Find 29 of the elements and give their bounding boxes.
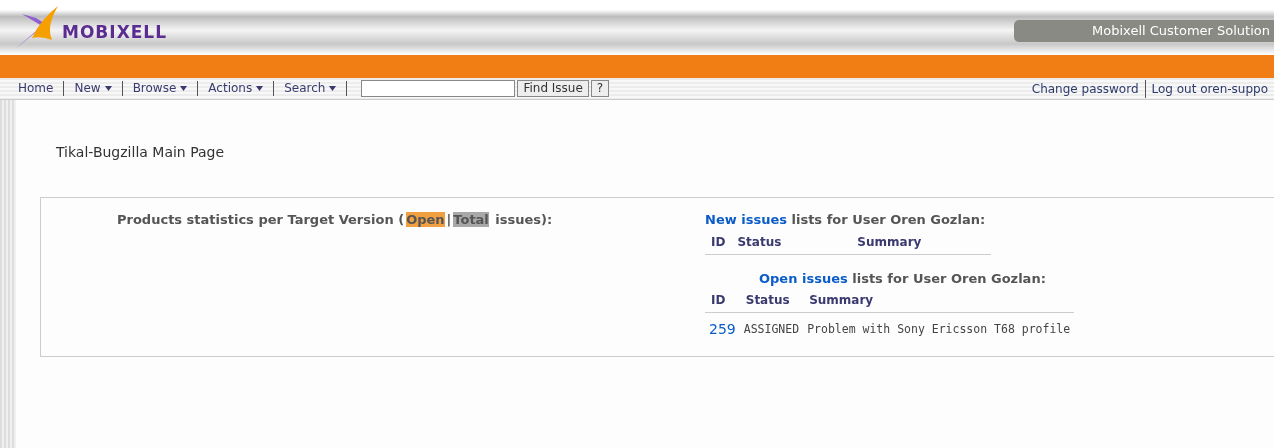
help-button[interactable]: ? — [590, 80, 610, 97]
header-link[interactable]: Log out oren-suppo — [1145, 79, 1274, 98]
column-header: ID — [705, 229, 732, 254]
column-header: Summary — [803, 288, 1075, 313]
list-heading: Open issues lists for User Oren Gozlan: — [758, 269, 1047, 288]
column-header: ID — [705, 288, 740, 313]
list-heading: New issues lists for User Oren Gozlan: — [705, 211, 987, 229]
stats-heading: Products statistics per Target Version (Open|Total issues): — [117, 212, 553, 227]
header-link[interactable]: Change password — [1025, 79, 1146, 98]
page-title: Tikal-Bugzilla Main Page — [56, 143, 226, 162]
legend-label: Total — [453, 212, 489, 227]
nav-link[interactable]: Actions — [198, 81, 275, 96]
find-issue-button[interactable]: Find Issue — [517, 80, 589, 97]
legend-label: Open — [406, 212, 445, 227]
summary-cell: Problem with Sony Ericsson T68 profile — [803, 312, 1075, 346]
column-header: Summary — [851, 229, 992, 254]
nav-link[interactable]: New — [64, 81, 123, 96]
nav-link[interactable]: Home — [18, 81, 65, 96]
status-cell: ASSIGNED — [739, 312, 804, 346]
column-header: Status — [739, 288, 804, 313]
list-link[interactable]: Open issues — [759, 270, 848, 286]
logo-text: MOBIXELL — [62, 21, 168, 45]
issue-id-link[interactable]: 259 — [709, 321, 736, 337]
list-link[interactable]: New issues — [705, 212, 787, 227]
search-field[interactable] — [361, 80, 516, 97]
column-header: Status — [731, 229, 852, 254]
tagline: Mobixell Customer Solution — [1014, 20, 1274, 42]
nav-link[interactable]: Search — [274, 81, 348, 96]
nav-link[interactable]: Browse — [122, 81, 199, 96]
